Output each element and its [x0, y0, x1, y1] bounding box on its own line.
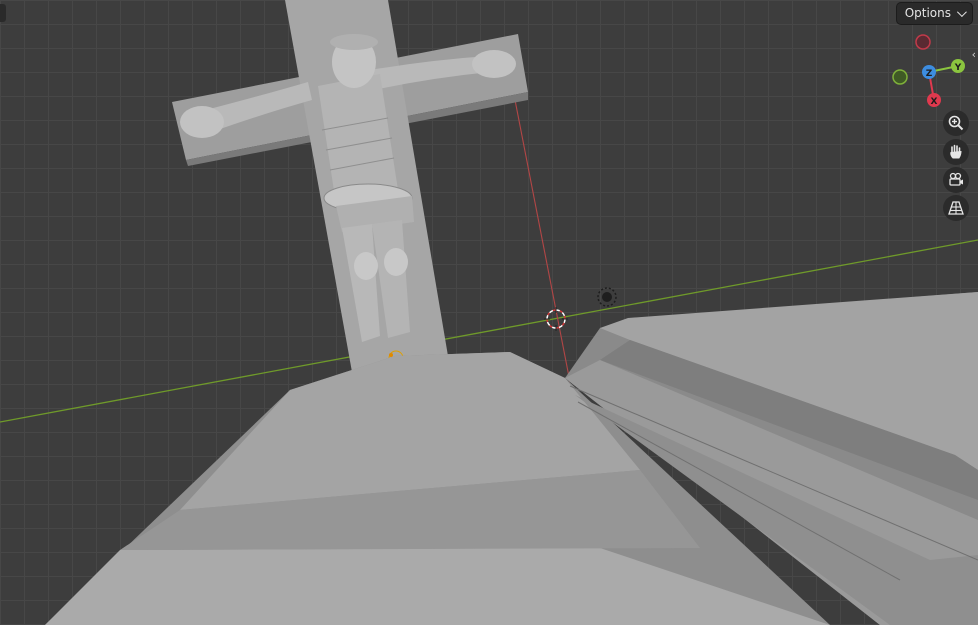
- x-axis-label: X: [931, 97, 938, 107]
- neg-y-handle[interactable]: [892, 69, 908, 85]
- perspective-toggle-button[interactable]: [943, 195, 969, 221]
- z-axis-line: [514, 99, 571, 383]
- viewport-scene: [0, 0, 978, 625]
- zoom-icon: [948, 115, 964, 131]
- y-axis-label: Y: [954, 63, 962, 73]
- z-axis-label: Z: [926, 69, 933, 79]
- options-label: Options: [904, 6, 951, 20]
- light-object-icon[interactable]: [597, 287, 617, 307]
- options-dropdown[interactable]: Options: [896, 3, 972, 24]
- camera-view-icon: [949, 172, 963, 186]
- neg-x-handle[interactable]: [915, 34, 931, 50]
- perspective-grid-icon: [948, 201, 964, 215]
- sidebar-expand-icon[interactable]: ‹: [972, 48, 976, 61]
- navigation-gizmo[interactable]: Y Z X: [886, 30, 972, 112]
- toolbar-toggle-handle[interactable]: [0, 4, 6, 22]
- pan-button[interactable]: [943, 139, 969, 165]
- camera-view-button[interactable]: [943, 167, 969, 193]
- 3d-viewport[interactable]: [0, 0, 978, 625]
- pan-hand-icon: [950, 144, 962, 159]
- zoom-button[interactable]: [943, 110, 969, 136]
- chevron-down-icon: [956, 6, 967, 17]
- crucifix-model[interactable]: [172, 0, 528, 378]
